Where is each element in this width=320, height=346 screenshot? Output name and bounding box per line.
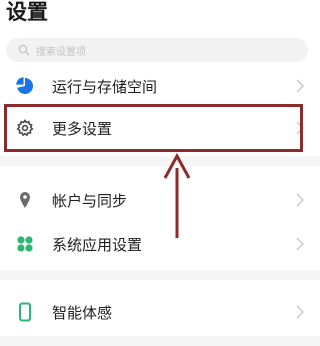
annotation-arrow xyxy=(163,152,191,238)
